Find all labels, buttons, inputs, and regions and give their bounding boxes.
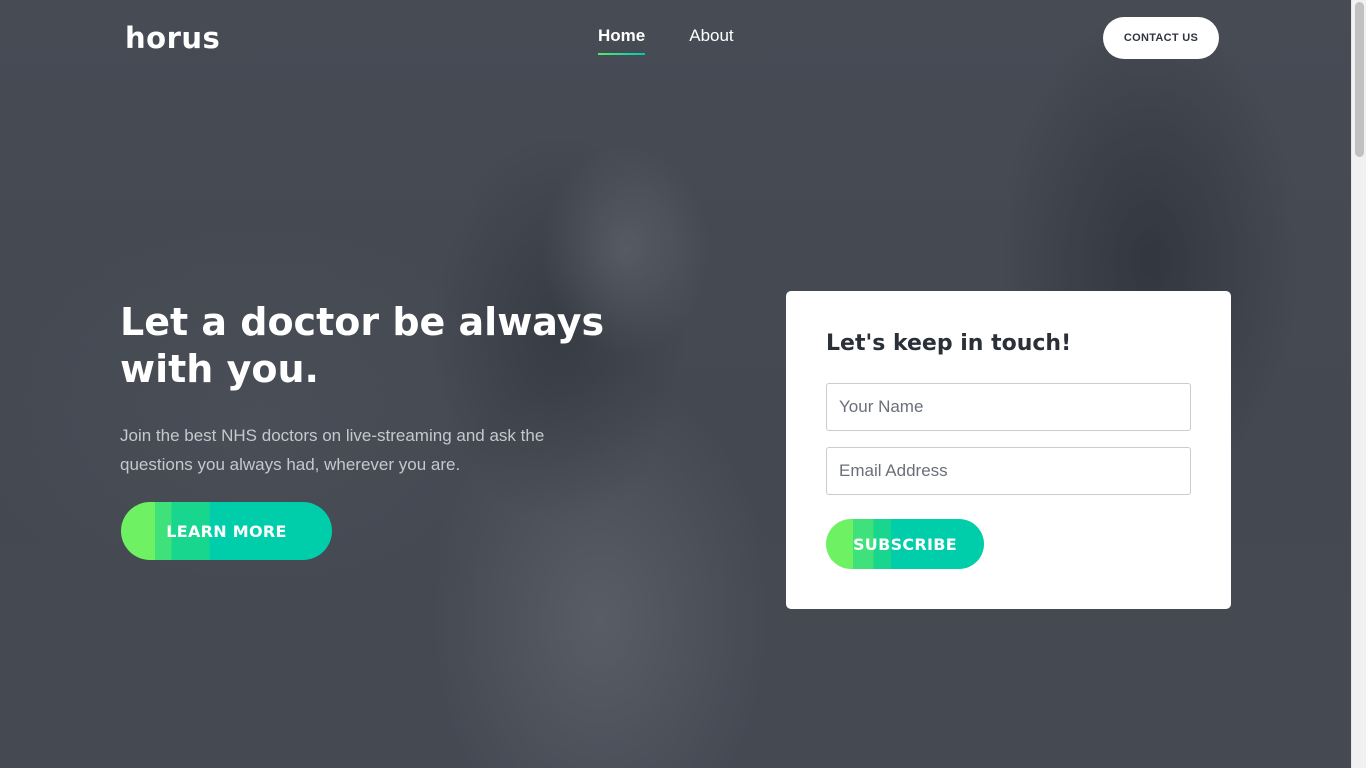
hero-subtitle: Join the best NHS doctors on live-stream… (120, 421, 640, 479)
email-input[interactable] (826, 447, 1191, 495)
main-nav: Home About (598, 24, 734, 55)
hero-title: Let a doctor be always with you. (120, 299, 680, 393)
learn-more-button[interactable]: LEARN MORE (121, 502, 332, 560)
scrollbar-thumb[interactable] (1355, 2, 1364, 157)
subscribe-card-title: Let's keep in touch! (826, 331, 1072, 356)
contact-us-button[interactable]: CONTACT US (1103, 17, 1219, 59)
hero-subtitle-line-1: Join the best NHS doctors on live-stream… (120, 426, 545, 445)
logo[interactable]: horus (125, 20, 220, 56)
nav-home-link[interactable]: Home (598, 24, 646, 55)
hero-title-line-1: Let a doctor be always (120, 300, 605, 344)
subscribe-card: Let's keep in touch! SUBSCRIBE (786, 291, 1231, 609)
nav-about-link[interactable]: About (689, 24, 733, 55)
hero-subtitle-line-2: questions you always had, wherever you a… (120, 455, 461, 474)
subscribe-button[interactable]: SUBSCRIBE (826, 519, 984, 569)
hero-title-line-2: with you. (120, 347, 319, 391)
page-scrollbar[interactable] (1351, 0, 1366, 768)
name-input[interactable] (826, 383, 1191, 431)
